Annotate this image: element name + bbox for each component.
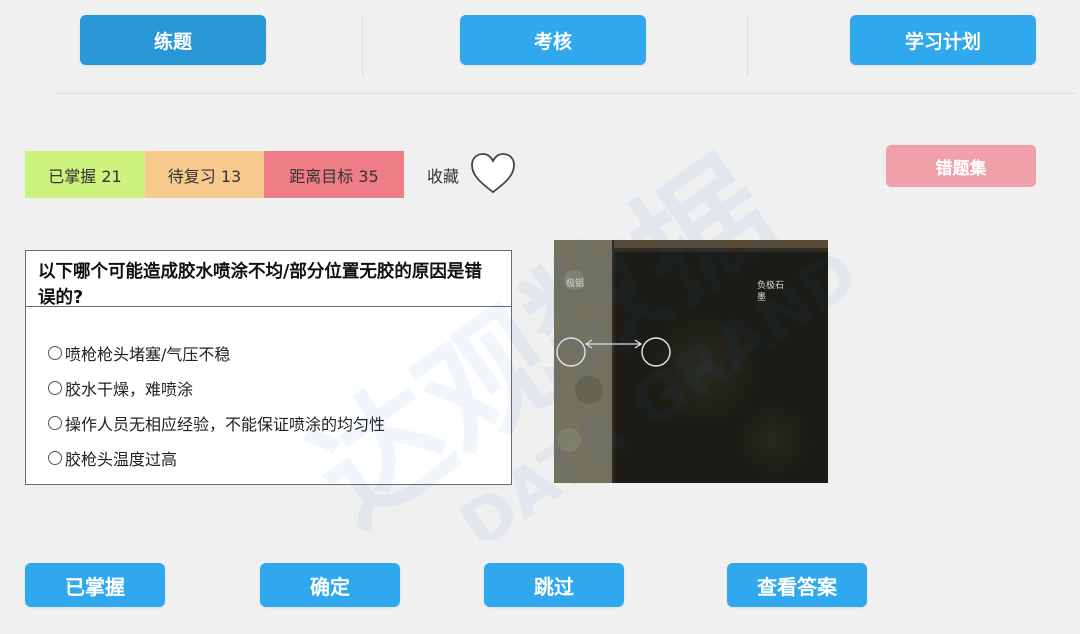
option-1[interactable]: 喷枪枪头堵塞/气压不稳 [48,341,230,365]
skip-button[interactable]: 跳过 [484,563,624,607]
radio-icon[interactable] [48,451,62,465]
option-4[interactable]: 胶枪头温度过高 [48,446,177,470]
radio-icon[interactable] [48,381,62,395]
mastered-button[interactable]: 已掌握 [25,563,165,607]
image-label-right: 负极石墨 [757,281,785,303]
question-card: 以下哪个可能造成胶水喷涂不均/部分位置无胶的原因是错误的? 喷枪枪头堵塞/气压不… [25,250,512,485]
tab-study-plan[interactable]: 学习计划 [850,15,1036,65]
confirm-button[interactable]: 确定 [260,563,400,607]
tab-practice[interactable]: 练题 [80,15,266,65]
option-2[interactable]: 胶水干燥，难喷涂 [48,376,193,400]
radio-icon[interactable] [48,346,62,360]
stat-review: 待复习 13 [145,151,264,198]
heart-outline-icon[interactable] [468,150,518,198]
show-answer-button[interactable]: 查看答案 [727,563,867,607]
question-title: 以下哪个可能造成胶水喷涂不均/部分位置无胶的原因是错误的? [26,251,511,308]
header-divider [55,93,1075,94]
radio-icon[interactable] [48,416,62,430]
option-label: 操作人员无相应经验，不能保证喷涂的均匀性 [65,415,386,434]
option-label: 胶水干燥，难喷涂 [65,380,194,399]
image-label-left: 极铝 [566,279,585,289]
tab-divider [362,15,363,77]
favorite-label: 收藏 [427,167,460,186]
option-label: 喷枪枪头堵塞/气压不稳 [65,345,231,364]
tab-exam[interactable]: 考核 [460,15,646,65]
question-image: 极铝 负极石墨 [554,240,828,483]
stat-target: 距离目标 35 [264,151,404,198]
tab-divider [747,15,748,77]
option-3[interactable]: 操作人员无相应经验，不能保证喷涂的均匀性 [48,411,385,435]
option-label: 胶枪头温度过高 [65,450,178,469]
wrong-questions-button[interactable]: 错题集 [886,145,1036,187]
stat-mastered: 已掌握 21 [25,151,145,198]
